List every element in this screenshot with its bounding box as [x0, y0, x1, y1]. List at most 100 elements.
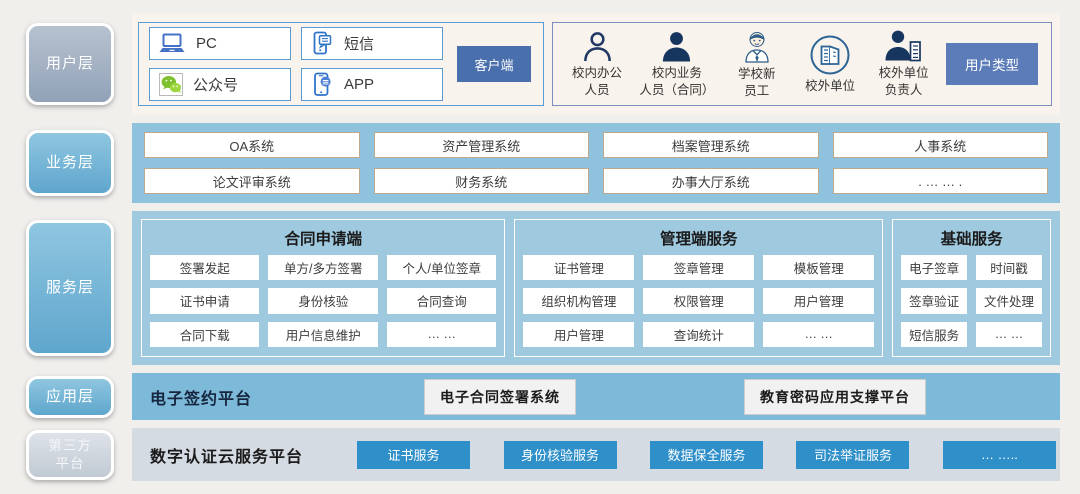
service-item: 时间戳	[976, 255, 1042, 280]
service-layer-label-col: 服务层	[26, 211, 132, 365]
user-type-group: 校内办公 人员 校内业务 人员（合同）	[552, 22, 1052, 106]
user-layer-label: 用户层	[26, 23, 114, 105]
user-layer-row: 用户层 PC	[26, 13, 1060, 115]
sms-phone-icon	[311, 31, 334, 56]
business-system: 人事系统	[833, 132, 1049, 158]
user-type-label: 校内业务 人员（合同）	[639, 65, 714, 99]
section-title: 管理端服务	[523, 223, 874, 255]
service-layer-content: 合同申请端 签署发起 单方/多方签署 个人/单位签章 证书申请 身份核验 合同查…	[132, 211, 1060, 365]
third-party-label-col: 第三方 平台	[26, 428, 132, 481]
new-employee-icon	[740, 28, 774, 64]
wechat-icon	[159, 73, 183, 96]
service-item: 证书申请	[150, 288, 259, 313]
laptop-icon	[159, 33, 186, 54]
client-channel-column: 短信	[301, 27, 443, 101]
third-party-layer-row: 第三方 平台 数字认证云服务平台 证书服务 身份核验服务 数据保全服务 司法举证…	[26, 428, 1060, 481]
service-item: 组织机构管理	[523, 288, 634, 313]
channel-sms-label: 短信	[344, 33, 374, 54]
service-item: 电子签章	[901, 255, 967, 280]
digital-cert-cloud-platform-title: 数字认证云服务平台	[150, 443, 303, 467]
basic-service-section: 基础服务 电子签章 时间戳 签章验证 文件处理 短信服务 … …	[892, 219, 1051, 357]
user-layer-label-col: 用户层	[26, 13, 132, 115]
service-item: 身份核验	[268, 288, 377, 313]
service-item: 签章验证	[901, 288, 967, 313]
person-outline-icon	[581, 30, 614, 63]
business-system: 论文评审系统	[144, 168, 360, 194]
third-party-services: 证书服务 身份核验服务 数据保全服务 司法举证服务 … …..	[357, 441, 1056, 469]
application-layer-content: 电子签约平台 电子合同签署系统 教育密码应用支撑平台	[132, 373, 1060, 420]
application-layer-label-col: 应用层	[26, 373, 132, 420]
service-item: 签署发起	[150, 255, 259, 280]
person-building-icon	[884, 29, 924, 63]
app-phone-icon	[311, 72, 334, 97]
business-system: 资产管理系统	[374, 132, 590, 158]
service-item: 模板管理	[763, 255, 874, 280]
service-item: 单方/多方签署	[268, 255, 377, 280]
building-circle-icon	[809, 34, 851, 76]
user-type-label: 校外单位 负责人	[879, 65, 929, 99]
identity-verify-service-button: 身份核验服务	[504, 441, 617, 469]
service-item: 用户管理	[523, 322, 634, 347]
section-title: 基础服务	[901, 223, 1042, 255]
section-grid: 签署发起 单方/多方签署 个人/单位签章 证书申请 身份核验 合同查询 合同下载…	[150, 255, 496, 347]
person-filled-icon	[660, 30, 693, 63]
service-item: 文件处理	[976, 288, 1042, 313]
client-channels-group: PC	[138, 22, 544, 106]
service-layer-row: 服务层 合同申请端 签署发起 单方/多方签署 个人/单位签章 证书申请 身份核验…	[26, 211, 1060, 365]
business-system-more: . … … .	[833, 168, 1049, 194]
service-item-more: … …	[763, 322, 874, 347]
application-layer-label: 应用层	[26, 376, 114, 418]
business-system: 财务系统	[374, 168, 590, 194]
e-sign-platform-title: 电子签约平台	[150, 385, 252, 409]
service-item: 查询统计	[643, 322, 754, 347]
section-grid: 电子签章 时间戳 签章验证 文件处理 短信服务 … …	[901, 255, 1042, 347]
more-services-button: … …..	[943, 441, 1056, 469]
channel-wechat: 公众号	[149, 68, 291, 101]
user-type-badge: 用户类型	[946, 43, 1038, 85]
user-type-label: 学校新 员工	[738, 66, 776, 100]
service-item: 短信服务	[901, 322, 967, 347]
client-channel-column: PC	[149, 27, 291, 101]
channel-wechat-label: 公众号	[193, 74, 238, 95]
service-item: 用户管理	[763, 288, 874, 313]
service-item: 合同下载	[150, 322, 259, 347]
service-item-more: … …	[387, 322, 497, 347]
service-item: 签章管理	[643, 255, 754, 280]
architecture-diagram: 用户层 PC	[0, 0, 1080, 494]
business-system: 办事大厅系统	[603, 168, 819, 194]
service-item: 权限管理	[643, 288, 754, 313]
channel-app-label: APP	[344, 76, 374, 93]
business-system: OA系统	[144, 132, 360, 158]
application-layer-row: 应用层 电子签约平台 电子合同签署系统 教育密码应用支撑平台	[26, 373, 1060, 420]
business-layer-row: 业务层 OA系统 资产管理系统 档案管理系统 人事系统 论文评审系统 财务系统 …	[26, 123, 1060, 203]
user-type-label: 校内办公 人员	[572, 65, 622, 99]
judicial-evidence-service-button: 司法举证服务	[796, 441, 909, 469]
third-party-layer-label: 第三方 平台	[26, 430, 114, 480]
service-item-more: … …	[976, 322, 1042, 347]
service-item: 个人/单位签章	[387, 255, 497, 280]
user-type-new-employee: 学校新 员工	[726, 28, 788, 100]
section-grid: 证书管理 签章管理 模板管理 组织机构管理 权限管理 用户管理 用户管理 查询统…	[523, 255, 874, 347]
business-layer-content: OA系统 资产管理系统 档案管理系统 人事系统 论文评审系统 财务系统 办事大厅…	[132, 123, 1060, 203]
business-system: 档案管理系统	[603, 132, 819, 158]
section-title: 合同申请端	[150, 223, 496, 255]
channel-app: APP	[301, 68, 443, 101]
management-service-section: 管理端服务 证书管理 签章管理 模板管理 组织机构管理 权限管理 用户管理 用户…	[514, 219, 883, 357]
service-item: 合同查询	[387, 288, 497, 313]
user-type-external-manager: 校外单位 负责人	[873, 29, 935, 99]
edu-crypto-support-platform-box: 教育密码应用支撑平台	[744, 379, 926, 415]
data-preservation-service-button: 数据保全服务	[650, 441, 763, 469]
user-type-campus-office: 校内办公 人员	[566, 30, 628, 99]
cert-service-button: 证书服务	[357, 441, 470, 469]
contract-apply-section: 合同申请端 签署发起 单方/多方签署 个人/单位签章 证书申请 身份核验 合同查…	[141, 219, 505, 357]
business-layer-label-col: 业务层	[26, 123, 132, 203]
user-type-campus-business: 校内业务 人员（合同）	[639, 30, 714, 99]
third-party-content: 数字认证云服务平台 证书服务 身份核验服务 数据保全服务 司法举证服务 … ….…	[132, 428, 1060, 481]
channel-pc: PC	[149, 27, 291, 60]
e-contract-sign-system-box: 电子合同签署系统	[424, 379, 576, 415]
service-item: 用户信息维护	[268, 322, 377, 347]
service-layer-label: 服务层	[26, 220, 114, 356]
user-layer-content: PC	[132, 13, 1060, 115]
user-type-label: 校外单位	[805, 78, 855, 95]
channel-pc-label: PC	[196, 35, 217, 52]
